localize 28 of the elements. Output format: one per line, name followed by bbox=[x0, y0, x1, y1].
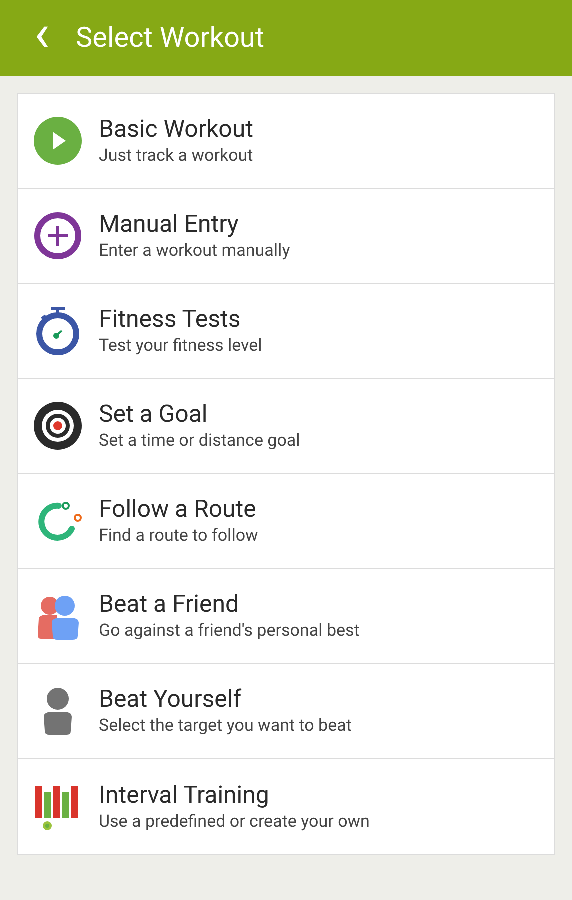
workout-item[interactable]: Beat Yourself Select the target you want to beat bbox=[18, 664, 554, 759]
screen-title: Select Workout bbox=[76, 20, 265, 56]
item-title: Interval Training bbox=[99, 780, 270, 810]
item-title: Follow a Route bbox=[99, 494, 258, 524]
item-title: Manual Entry bbox=[99, 209, 240, 239]
target-icon bbox=[33, 401, 83, 451]
item-subtitle: Set a time or distance goal bbox=[99, 430, 300, 453]
item-subtitle: Select the target you want to beat bbox=[99, 715, 352, 738]
item-subtitle: Just track a workout bbox=[99, 145, 254, 168]
workout-item[interactable]: Interval Training Use a predefined or create your own bbox=[18, 759, 554, 854]
item-title: Basic Workout bbox=[99, 114, 254, 144]
item-subtitle: Test your fitness level bbox=[99, 335, 262, 358]
item-title: Beat Yourself bbox=[99, 684, 243, 714]
workout-item[interactable]: Fitness Tests Test your fitness level bbox=[18, 284, 554, 379]
workout-item[interactable]: Manual Entry Enter a workout manually bbox=[18, 189, 554, 284]
workout-item[interactable]: Basic Workout Just track a workout bbox=[18, 94, 554, 189]
item-title: Beat a Friend bbox=[99, 589, 240, 619]
item-title: Fitness Tests bbox=[99, 304, 242, 334]
plus-circle-icon bbox=[33, 211, 83, 261]
item-subtitle: Find a route to follow bbox=[99, 525, 258, 548]
item-subtitle: Go against a friend's personal best bbox=[99, 620, 360, 643]
item-subtitle: Enter a workout manually bbox=[99, 240, 290, 263]
item-subtitle: Use a predefined or create your own bbox=[99, 810, 370, 834]
workout-item[interactable]: Set a Goal Set a time or distance goal bbox=[18, 379, 554, 474]
play-icon bbox=[33, 116, 83, 166]
workout-item[interactable]: Follow a Route Find a route to follow bbox=[18, 474, 554, 569]
item-title: Set a Goal bbox=[99, 399, 209, 429]
workout-item[interactable]: Beat a Friend Go against a friend's personal best bbox=[18, 569, 554, 664]
